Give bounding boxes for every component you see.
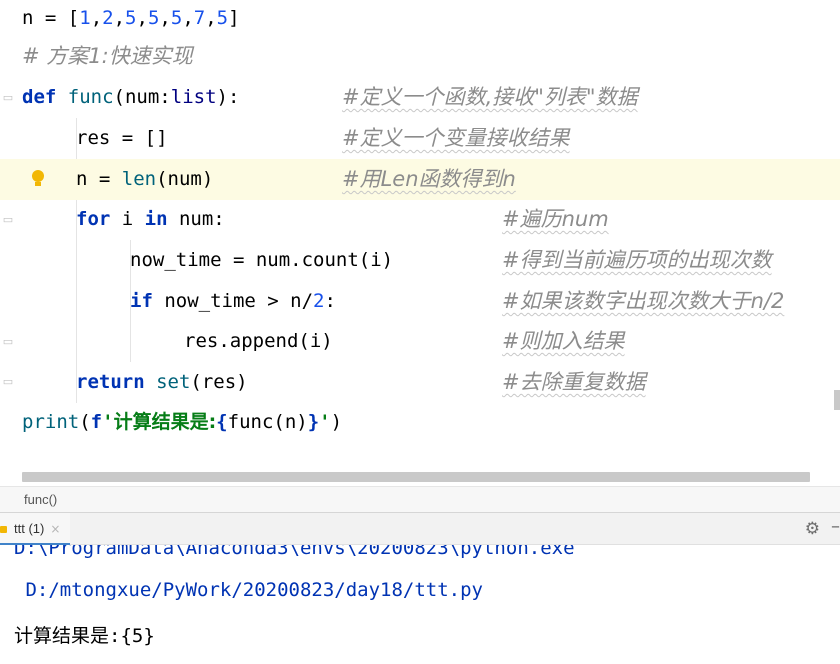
code-text: for i in num: <box>76 208 225 230</box>
code-comment: #如果该数字出现次数大于n/2 <box>502 289 785 313</box>
console-line-1: D:\ProgramData\Anaconda3\envs\20200823\p… <box>14 545 575 559</box>
vertical-scrollbar[interactable] <box>834 390 840 410</box>
horizontal-scrollbar[interactable] <box>22 472 810 482</box>
run-tool-window-tabs: ttt (1) × ⚙ – <box>0 512 840 545</box>
code-line-10[interactable]: return set(res) #去除重复数据 <box>0 362 840 403</box>
code-line-5[interactable]: n = len(num) #用Len函数得到n <box>0 159 840 200</box>
code-line-9[interactable]: res.append(i) #则加入结果 <box>0 321 840 362</box>
breadcrumb-item-func[interactable]: func() <box>24 492 57 507</box>
code-text: def func(num:list): <box>22 86 240 108</box>
code-line-1[interactable]: n = [1,2,5,5,5,7,5] <box>0 0 840 39</box>
code-comment: #定义一个函数,接收"列表"数据 <box>342 85 638 109</box>
code-line-6[interactable]: for i in num: #遍历num <box>0 199 840 240</box>
code-comment: # 方案1:快速实现 <box>22 44 193 68</box>
gear-icon[interactable]: ⚙ <box>805 519 820 539</box>
code-comment: #用Len函数得到n <box>342 167 516 191</box>
code-line-7[interactable]: now_time = num.count(i) #得到当前遍历项的出现次数 <box>0 240 840 281</box>
tab-label: ttt (1) <box>14 521 45 536</box>
tab-ttt-1[interactable]: ttt (1) × <box>0 513 71 545</box>
code-comment: #则加入结果 <box>502 329 625 353</box>
code-line-11[interactable]: print(f'计算结果是:{func(n)}') <box>0 402 840 443</box>
breadcrumb[interactable]: func() <box>0 486 840 512</box>
run-console[interactable]: D:\ProgramData\Anaconda3\envs\20200823\p… <box>0 545 840 664</box>
code-text: res = [] <box>76 127 168 149</box>
code-text: now_time = num.count(i) <box>130 249 394 271</box>
code-editor[interactable]: ▭ ▭ ▭ ▭ n = [1,2,5,5,5,7,5] # 方案1:快速实现 d… <box>0 0 840 470</box>
code-comment: #定义一个变量接收结果 <box>342 126 570 150</box>
code-text: res.append(i) <box>184 330 333 352</box>
code-text: if now_time > n/2: <box>130 290 336 312</box>
code-text: n = len(num) <box>76 168 214 190</box>
code-comment: #去除重复数据 <box>502 370 646 394</box>
code-text: return set(res) <box>76 371 248 393</box>
code-comment: #遍历num <box>502 207 609 231</box>
lightbulb-icon[interactable] <box>31 170 45 190</box>
code-line-3[interactable]: def func(num:list): #定义一个函数,接收"列表"数据 <box>0 77 840 118</box>
code-line-4[interactable]: res = [] #定义一个变量接收结果 <box>0 118 840 159</box>
console-line-3: 计算结果是:{5} <box>14 625 155 647</box>
python-run-icon <box>0 526 7 533</box>
code-line-2[interactable]: # 方案1:快速实现 <box>0 36 840 77</box>
minimize-icon[interactable]: – <box>831 516 840 537</box>
close-icon[interactable]: × <box>50 522 60 536</box>
code-text: print(f'计算结果是:{func(n)}') <box>22 411 343 433</box>
code-line-8[interactable]: if now_time > n/2: #如果该数字出现次数大于n/2 <box>0 281 840 322</box>
console-line-2: D:/mtongxue/PyWork/20200823/day18/ttt.py <box>14 579 483 601</box>
code-comment: #得到当前遍历项的出现次数 <box>502 248 772 272</box>
code-text: n = [1,2,5,5,5,7,5] <box>22 7 240 29</box>
